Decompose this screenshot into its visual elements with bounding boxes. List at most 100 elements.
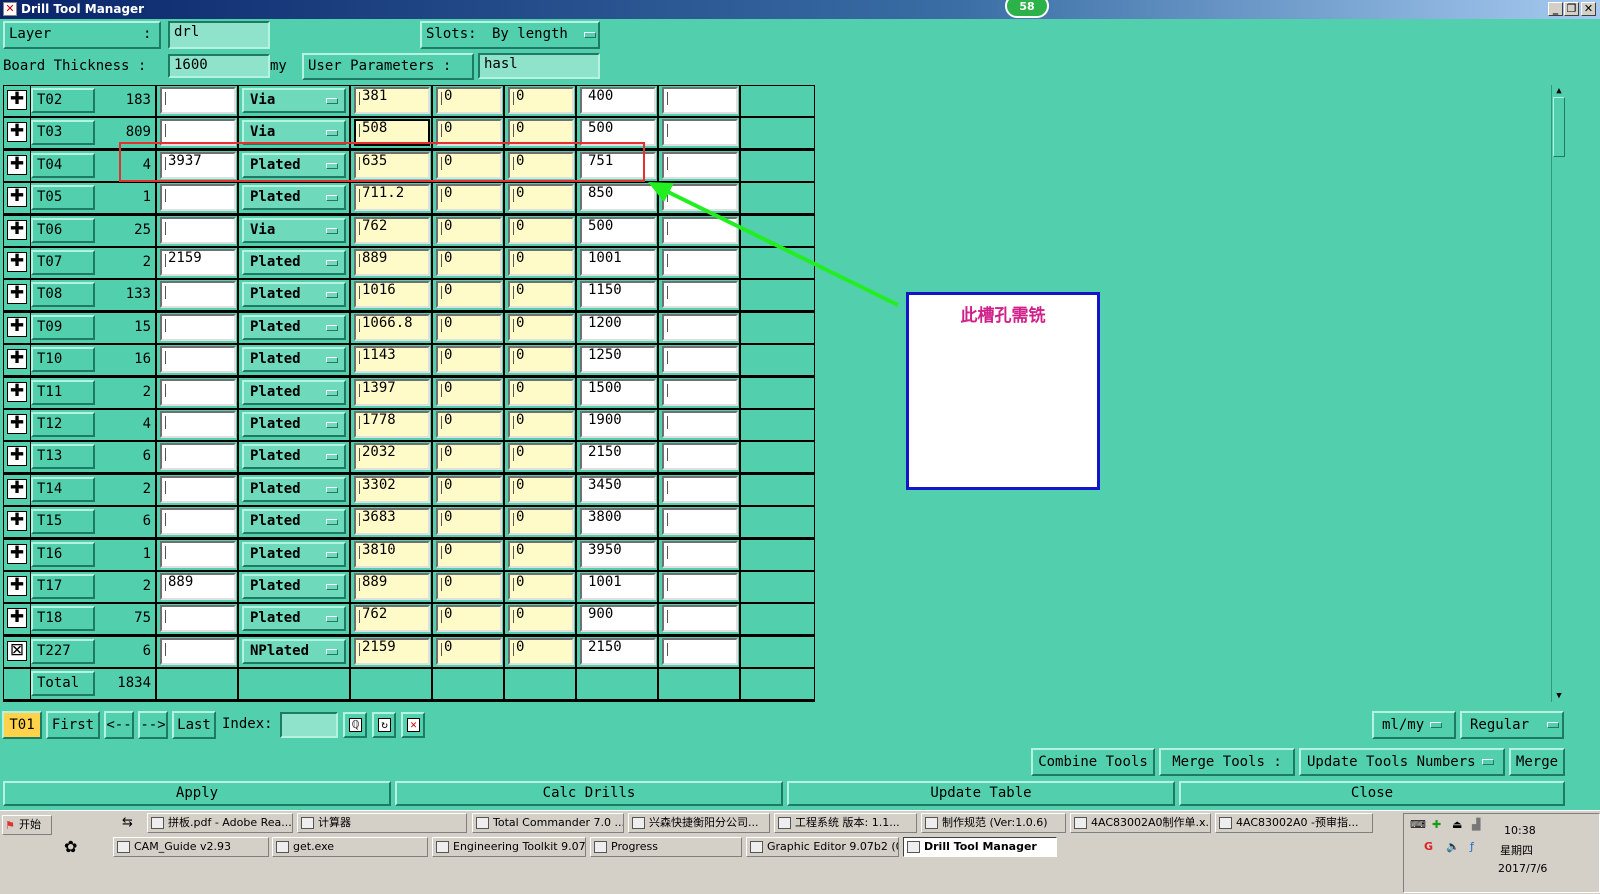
plus-tolerance-input[interactable]: 0 <box>436 573 502 600</box>
minus-tolerance-input[interactable]: 0 <box>508 346 574 374</box>
quick-launch-icon[interactable]: ✿ <box>64 837 77 856</box>
hole-type-dropdown[interactable]: NPlated <box>242 638 346 664</box>
minus-tolerance-input[interactable]: 0 <box>508 637 574 665</box>
tool-name-button[interactable]: T11 <box>31 379 95 405</box>
comment-input[interactable] <box>662 346 738 374</box>
minus-tolerance-input[interactable]: 0 <box>508 475 574 503</box>
update-table-button[interactable]: Update Table <box>787 781 1175 806</box>
hole-type-dropdown[interactable]: Plated <box>242 347 346 373</box>
finish-size-input[interactable]: 500 <box>580 119 656 147</box>
taskbar-button[interactable]: 制作规范 (Ver:1.0.6) <box>921 813 1066 833</box>
slot-length-input[interactable] <box>160 216 236 244</box>
combine-tools-button[interactable]: Combine Tools <box>1031 748 1155 776</box>
drill-size-input[interactable]: 1778 <box>354 411 430 438</box>
tool-name-button[interactable]: T15 <box>31 509 95 535</box>
slot-length-input[interactable] <box>160 540 236 568</box>
taskbar-button[interactable]: 兴森快捷衡阳分公司... <box>628 813 770 833</box>
hole-type-dropdown[interactable]: Plated <box>242 444 346 470</box>
drill-size-input[interactable]: 1397 <box>354 378 430 406</box>
comment-input[interactable] <box>662 540 738 568</box>
taskbar-button[interactable]: CAM_Guide v2.93 <box>113 837 269 857</box>
slot-length-input[interactable] <box>160 475 236 503</box>
plus-tolerance-input[interactable]: 0 <box>436 184 502 212</box>
update-tools-numbers-dropdown[interactable]: Update Tools Numbers <box>1299 748 1505 776</box>
drill-size-input[interactable]: 1143 <box>354 346 430 374</box>
tool-name-button[interactable]: T12 <box>31 412 95 437</box>
comment-input[interactable] <box>662 573 738 600</box>
expand-tool-icon[interactable]: ✚ <box>7 316 27 337</box>
hole-type-dropdown[interactable]: Plated <box>242 606 346 632</box>
minus-tolerance-input[interactable]: 0 <box>508 443 574 471</box>
tool-name-button[interactable]: T07 <box>31 250 95 275</box>
drill-size-input[interactable]: 3302 <box>354 475 430 503</box>
tool-name-button[interactable]: T13 <box>31 444 95 470</box>
slot-length-input[interactable]: 3937 <box>160 151 236 179</box>
taskbar-button[interactable]: Total Commander 7.0 ... <box>472 813 624 833</box>
slot-length-input[interactable] <box>160 378 236 406</box>
scroll-down-icon[interactable]: ▼ <box>1553 690 1565 702</box>
minus-tolerance-input[interactable]: 0 <box>508 378 574 406</box>
hole-type-dropdown[interactable]: Plated <box>242 379 346 405</box>
calc-drills-button[interactable]: Calc Drills <box>395 781 783 806</box>
hole-type-dropdown[interactable]: Plated <box>242 152 346 178</box>
slots-selector[interactable]: Slots: By length <box>420 21 600 49</box>
merge-button[interactable]: Merge <box>1509 748 1565 776</box>
board-thickness-input[interactable]: 1600 <box>168 54 270 78</box>
drill-size-input[interactable]: 3683 <box>354 508 430 536</box>
hole-type-dropdown[interactable]: Plated <box>242 314 346 340</box>
expand-tool-icon[interactable]: ✚ <box>7 576 27 596</box>
finish-size-input[interactable]: 400 <box>580 87 656 114</box>
taskbar-button[interactable]: 4AC83002A0 -预审指... <box>1215 813 1373 833</box>
taskbar-button[interactable]: Engineering Toolkit 9.07... <box>432 837 586 857</box>
taskbar-button[interactable]: 拼板.pdf - Adobe Rea... <box>147 813 293 833</box>
finish-size-input[interactable]: 1900 <box>580 411 656 438</box>
comment-input[interactable] <box>662 119 738 147</box>
hole-type-dropdown[interactable]: Plated <box>242 574 346 599</box>
drill-size-input[interactable]: 1066.8 <box>354 313 430 341</box>
minus-tolerance-input[interactable]: 0 <box>508 281 574 309</box>
plus-tolerance-input[interactable]: 0 <box>436 540 502 568</box>
finish-size-input[interactable]: 3950 <box>580 540 656 568</box>
minus-tolerance-input[interactable]: 0 <box>508 87 574 114</box>
plus-tolerance-input[interactable]: 0 <box>436 378 502 406</box>
tool-name-button[interactable]: T06 <box>31 217 95 243</box>
minimize-icon[interactable]: _ <box>1548 2 1563 16</box>
expand-tool-icon[interactable]: ✚ <box>7 252 27 272</box>
vertical-scrollbar[interactable]: ▲ ▼ <box>1551 85 1565 702</box>
slot-length-input[interactable] <box>160 184 236 212</box>
comment-input[interactable] <box>662 443 738 471</box>
hole-type-dropdown[interactable]: Via <box>242 120 346 146</box>
first-button[interactable]: First <box>46 711 100 739</box>
app-tray-icon[interactable]: G <box>1424 840 1433 853</box>
hole-type-dropdown[interactable]: Via <box>242 88 346 113</box>
prev-button[interactable]: <-- <box>104 711 134 739</box>
expand-tool-icon[interactable]: ✚ <box>7 446 27 467</box>
plus-tolerance-input[interactable]: 0 <box>436 605 502 633</box>
comment-input[interactable] <box>662 475 738 503</box>
drill-size-input[interactable]: 508 <box>354 119 430 147</box>
scroll-up-icon[interactable]: ▲ <box>1553 85 1565 97</box>
minus-tolerance-input[interactable]: 0 <box>508 119 574 147</box>
finish-size-input[interactable]: 1001 <box>580 573 656 600</box>
drill-size-input[interactable]: 889 <box>354 573 430 600</box>
slot-length-input[interactable] <box>160 313 236 341</box>
signal-icon[interactable]: ▟ <box>1472 818 1480 831</box>
find-icon[interactable]: ℚ <box>343 712 367 738</box>
hole-type-dropdown[interactable]: Plated <box>242 476 346 502</box>
plus-tolerance-input[interactable]: 0 <box>436 346 502 374</box>
plus-tolerance-input[interactable]: 0 <box>436 281 502 309</box>
keyboard-icon[interactable]: ⌨ <box>1410 818 1426 831</box>
close-icon[interactable]: ✕ <box>1581 2 1596 16</box>
finish-size-input[interactable]: 2150 <box>580 443 656 471</box>
taskbar-button[interactable]: Drill Tool Manager <box>903 837 1057 857</box>
comment-input[interactable] <box>662 411 738 438</box>
plus-tolerance-input[interactable]: 0 <box>436 411 502 438</box>
slot-length-input[interactable] <box>160 281 236 309</box>
expand-tool-icon[interactable]: ✚ <box>7 543 27 564</box>
drill-size-input[interactable]: 381 <box>354 87 430 114</box>
hole-type-dropdown[interactable]: Plated <box>242 541 346 567</box>
layer-input[interactable]: drl <box>168 21 270 49</box>
taskbar-button[interactable]: Progress <box>590 837 742 857</box>
drill-size-input[interactable]: 1016 <box>354 281 430 309</box>
finish-size-input[interactable]: 3450 <box>580 475 656 503</box>
